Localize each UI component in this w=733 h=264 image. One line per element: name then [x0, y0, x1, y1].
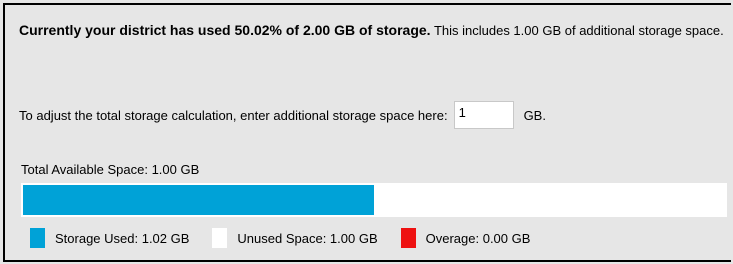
legend-item-used: Storage Used: 1.02 GB — [30, 228, 189, 248]
unused-space-swatch — [212, 228, 228, 248]
storage-summary: Currently your district has used 50.02% … — [19, 21, 724, 40]
adjust-storage-label: To adjust the total storage calculation,… — [19, 107, 448, 123]
adjust-storage-unit: GB. — [523, 107, 546, 123]
storage-used-fill — [23, 185, 375, 215]
storage-summary-detail: This includes 1.00 GB of additional stor… — [430, 23, 724, 38]
storage-legend: Storage Used: 1.02 GB Unused Space: 1.00… — [30, 228, 553, 248]
storage-used-swatch — [30, 228, 45, 248]
legend-used-label: Storage Used: 1.02 GB — [55, 230, 190, 246]
storage-panel: Currently your district has used 50.02% … — [3, 3, 731, 262]
legend-unused-label: Unused Space: 1.00 GB — [237, 230, 378, 246]
adjust-storage-row: To adjust the total storage calculation,… — [19, 101, 546, 129]
total-available-space: Total Available Space: 1.00 GB — [21, 162, 200, 177]
storage-summary-bold: Currently your district has used 50.02% … — [19, 22, 431, 38]
legend-item-unused: Unused Space: 1.00 GB — [212, 228, 378, 248]
legend-overage-label: Overage: 0.00 GB — [425, 230, 531, 246]
storage-usage-bar — [21, 183, 727, 217]
additional-storage-input[interactable]: 1 — [453, 101, 514, 129]
overage-swatch — [400, 228, 416, 248]
legend-item-overage: Overage: 0.00 GB — [400, 228, 531, 248]
